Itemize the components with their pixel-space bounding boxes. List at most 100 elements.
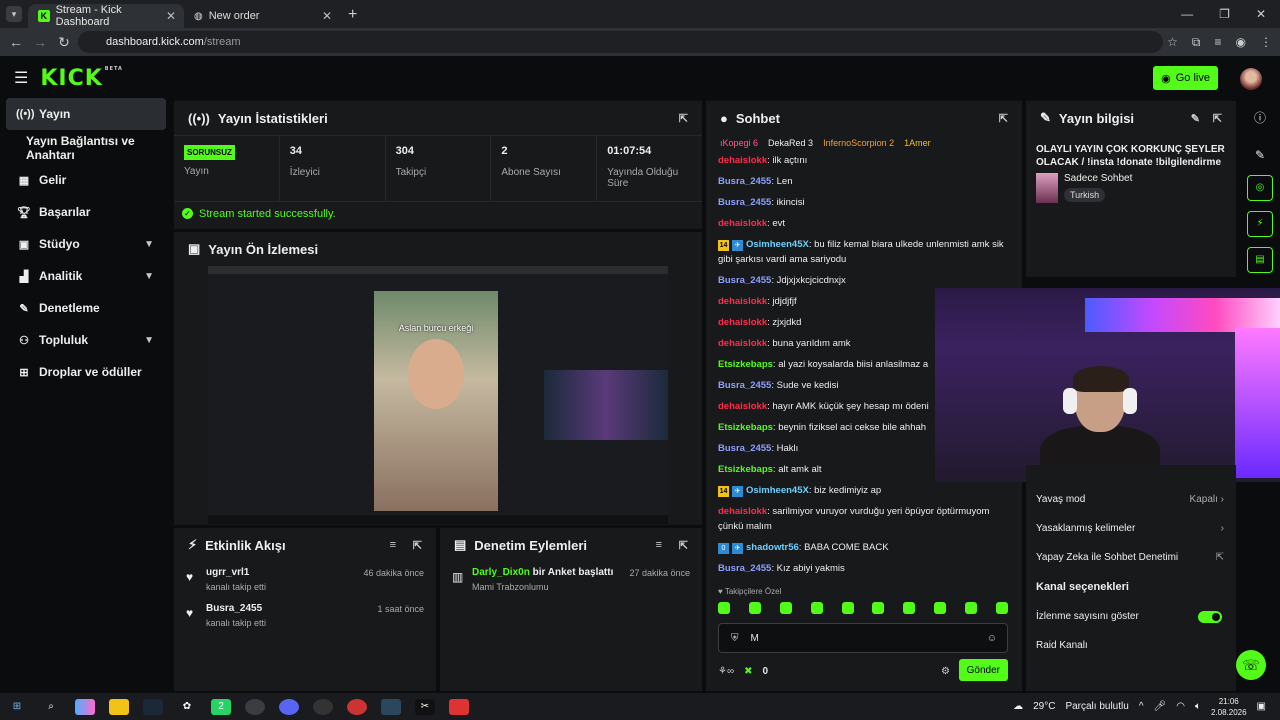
chat-username[interactable]: dehaislokk [718, 338, 767, 349]
chat-username[interactable]: Busra_2455 [718, 563, 771, 574]
chat-username[interactable]: dehaislokk [718, 506, 767, 517]
emote-icon[interactable] [841, 602, 854, 614]
speaker-icon[interactable]: 🔈︎ [1195, 701, 1201, 712]
windows-start-icon[interactable]: ⊞ [7, 699, 27, 715]
kick-logo[interactable]: KICK BETA [40, 66, 123, 91]
chat-username[interactable]: Busra_2455 [718, 443, 771, 454]
popout-icon[interactable]: ⇱ [679, 539, 688, 552]
popout-icon[interactable]: ⇱ [679, 112, 688, 125]
chat-username[interactable]: shadowtr56 [746, 542, 799, 553]
file-explorer-icon[interactable] [109, 698, 129, 715]
back-icon[interactable]: ← [4, 34, 28, 50]
bookmark-star-icon[interactable]: ☆ [1167, 35, 1178, 49]
tab-kick-dashboard[interactable]: K Stream - Kick Dashboard ✕ [28, 4, 184, 28]
settings-gear-icon[interactable]: ⚙ [941, 666, 950, 677]
show-views-toggle[interactable] [1198, 610, 1222, 623]
url-field[interactable]: dashboard.kick.com/stream [78, 31, 1163, 53]
mod-user[interactable]: Darly_Dix0n [472, 567, 530, 578]
notes-button[interactable]: ▤ [1247, 247, 1273, 273]
wifi-icon[interactable]: ◠ [1176, 701, 1185, 712]
app-icon[interactable] [347, 698, 367, 715]
tab-new-order[interactable]: ◍ New order ✕ [184, 4, 340, 28]
lightning-button[interactable]: ⚡︎ [1247, 211, 1273, 237]
chat-username[interactable]: dehaislokk [718, 218, 767, 229]
filter-icon[interactable]: ≡ [656, 539, 662, 551]
sidebar-item-yayin[interactable]: ((•)) Yayın [6, 98, 166, 130]
capcut-icon[interactable]: ✂ [415, 698, 435, 715]
steam-icon[interactable] [381, 698, 401, 715]
restore-icon[interactable]: ❐ [1219, 7, 1230, 21]
reload-icon[interactable]: ↻ [52, 34, 76, 51]
notification-icon[interactable]: ▣ [1257, 701, 1266, 712]
chat-username[interactable]: Etsizkebaps [718, 359, 773, 370]
info-icon[interactable]: ⓘ [1240, 101, 1280, 135]
sidebar-item-analitik[interactable]: ▟ Analitik ▼ [0, 260, 172, 292]
chat-input[interactable]: ⛨ M ☺ [718, 623, 1008, 653]
popout-icon[interactable]: ⇱ [413, 539, 422, 552]
reward-icon[interactable]: ⚘∞ [718, 666, 734, 677]
tab-search-icon[interactable]: ▾ [6, 6, 22, 22]
go-live-button[interactable]: ◉ Go live [1153, 66, 1218, 90]
slow-mode-row[interactable]: Yavaş mod Kapalı › [1026, 485, 1236, 514]
chat-username[interactable]: Busra_2455 [718, 176, 771, 187]
extensions-icon[interactable]: ⧉ [1192, 35, 1201, 50]
whatsapp-icon[interactable]: 2 [211, 698, 231, 715]
new-tab-icon[interactable]: + [348, 6, 357, 24]
emote-icon[interactable] [718, 602, 730, 614]
forward-icon[interactable]: → [28, 34, 52, 50]
top-chatter[interactable]: 1Amer [904, 138, 931, 148]
popout-icon[interactable]: ⇱ [999, 112, 1008, 125]
chat-username[interactable]: Etsizkebaps [718, 464, 773, 475]
chat-username[interactable]: Busra_2455 [718, 275, 771, 286]
sidebar-item-topluluk[interactable]: ⚇ Topluluk ▼ [0, 324, 172, 356]
hamburger-menu-icon[interactable]: ☰ [14, 68, 28, 88]
top-chatter[interactable]: InfernoScorpion 2 [823, 138, 894, 148]
sidebar-item-gelir[interactable]: ▦ Gelir [0, 164, 172, 196]
search-icon[interactable]: ⌕ [41, 699, 61, 715]
raid-channel-row[interactable]: Raid Kanalı [1026, 631, 1236, 660]
emoji-icon[interactable]: ☺ [987, 633, 997, 644]
filter-icon[interactable]: ≡ [390, 539, 396, 551]
emote-icon[interactable] [748, 602, 761, 614]
close-window-icon[interactable]: ✕ [1256, 7, 1266, 21]
chrome-icon[interactable] [245, 698, 265, 715]
sidebar-item-studyo[interactable]: ▣ Stüdyo ▼ [0, 228, 172, 260]
support-chat-icon[interactable]: ☏ [1236, 650, 1266, 680]
chevron-up-icon[interactable]: ^ [1139, 701, 1144, 712]
emote-icon[interactable] [903, 602, 916, 614]
discord-icon[interactable] [279, 698, 299, 715]
steam-icon[interactable] [143, 698, 163, 715]
chatgpt-icon[interactable]: ✿ [177, 699, 197, 715]
obs-icon[interactable] [313, 698, 333, 715]
close-tab-icon[interactable]: ✕ [166, 9, 176, 23]
sidebar-item-basarilar[interactable]: 🏆︎ Başarılar [0, 196, 172, 228]
chat-username[interactable]: dehaislokk [718, 401, 767, 412]
emote-icon[interactable] [934, 602, 947, 614]
chat-username[interactable]: Osimheen45X [746, 239, 809, 250]
popout-icon[interactable]: ⇱ [1213, 112, 1222, 125]
emote-icon[interactable] [872, 602, 885, 614]
emote-icon[interactable] [965, 602, 977, 614]
chat-username[interactable]: dehaislokk [718, 155, 767, 166]
copilot-icon[interactable] [75, 698, 95, 715]
chat-username[interactable]: Etsizkebaps [718, 422, 773, 433]
camera-button[interactable]: ◎ [1247, 175, 1273, 201]
chat-username[interactable]: dehaislokk [718, 296, 767, 307]
media-icon[interactable]: ≡ [1215, 35, 1222, 49]
minimize-icon[interactable]: — [1181, 7, 1193, 21]
chat-username[interactable]: dehaislokk [718, 317, 767, 328]
sidebar-item-denetleme[interactable]: ✎ Denetleme [0, 292, 172, 324]
stream-preview-video[interactable]: Aslan burcu erkeği [208, 266, 668, 524]
category-name[interactable]: Sadece Sohbet [1064, 173, 1132, 184]
sidebar-item-stream-key[interactable]: Yayın Bağlantısı ve Anahtarı [0, 132, 172, 164]
ai-moderation-row[interactable]: Yapay Zeka ile Sohbet Denetimi ⇱ [1026, 543, 1236, 572]
emote-icon[interactable] [779, 602, 792, 614]
user-avatar[interactable] [1240, 68, 1262, 90]
app-red-icon[interactable] [449, 698, 469, 715]
edit-icon[interactable]: ✎ [1240, 135, 1280, 175]
profile-icon[interactable]: ◉ [1236, 35, 1246, 49]
send-button[interactable]: Gönder [958, 659, 1008, 681]
edit-pencil-icon[interactable]: ✎ [1191, 112, 1200, 125]
chat-username[interactable]: Busra_2455 [718, 197, 771, 208]
banned-words-row[interactable]: Yasaklanmış kelimeler › [1026, 514, 1236, 543]
